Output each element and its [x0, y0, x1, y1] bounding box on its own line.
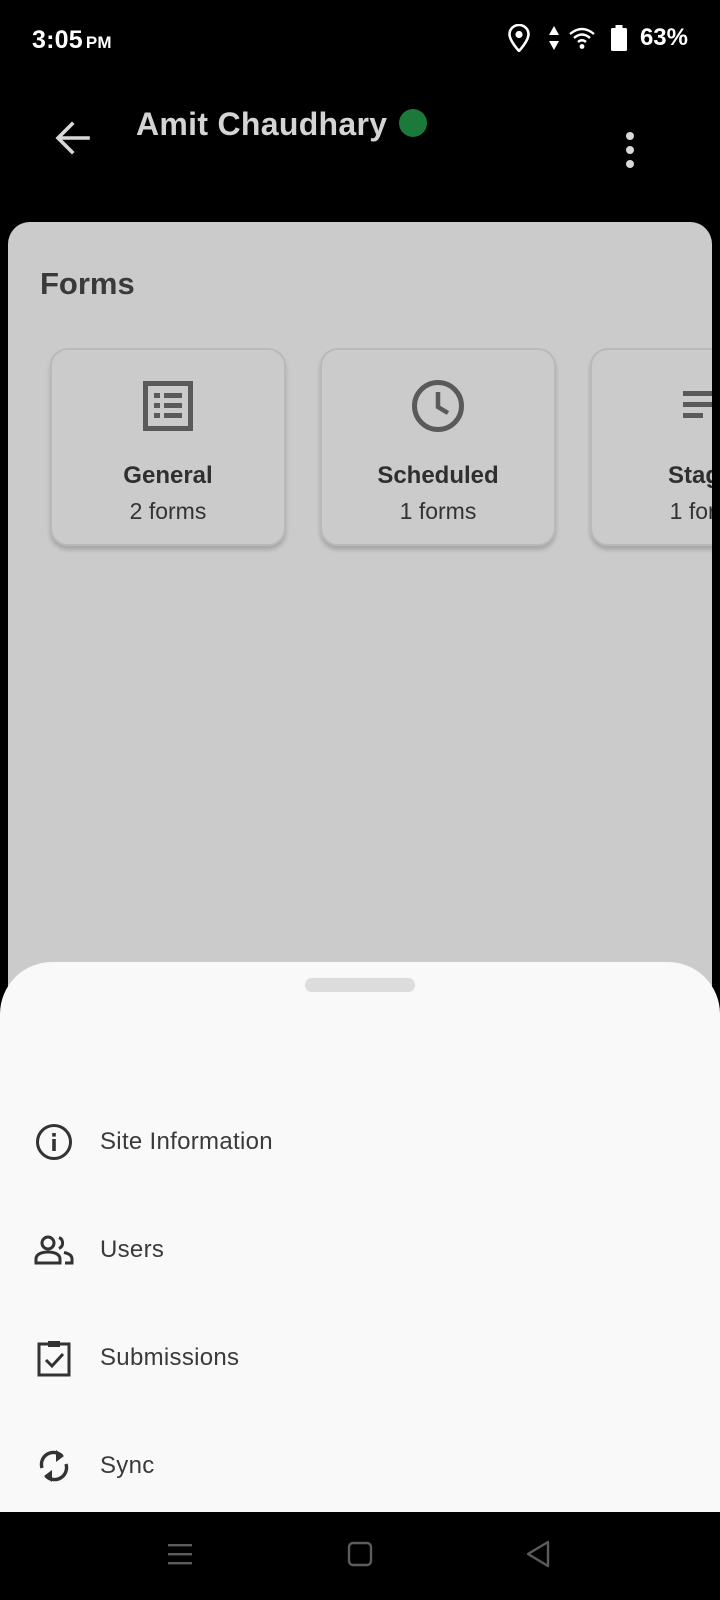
- menu-label: Site Information: [100, 1128, 273, 1155]
- clock-icon: [408, 376, 468, 436]
- title-wrap: Amit Chaudhary: [136, 106, 428, 143]
- wifi-icon: [568, 26, 596, 50]
- card-title: Staged: [667, 462, 712, 489]
- sort-icon: [678, 376, 712, 436]
- card-count: 2 forms: [129, 498, 207, 524]
- card-title: General: [123, 462, 213, 489]
- more-dot-icon: [626, 132, 634, 140]
- sheet-drag-handle[interactable]: [305, 978, 415, 992]
- battery-icon: [610, 24, 628, 52]
- app-bar: Amit Chaudhary: [0, 80, 720, 220]
- card-count: 1 forms: [669, 498, 712, 524]
- more-options-button[interactable]: [610, 120, 650, 180]
- clipboard-check-icon: [34, 1338, 74, 1378]
- time-text: 3:05: [32, 26, 83, 54]
- status-time: 3:05 PM: [32, 26, 112, 55]
- status-bar: 3:05 PM 63%: [0, 0, 720, 80]
- form-card-general[interactable]: General 2 forms: [50, 348, 286, 546]
- more-dot-icon: [626, 146, 634, 154]
- menu-item-site-information[interactable]: Site Information: [0, 1094, 720, 1190]
- card-count: 1 forms: [399, 498, 477, 524]
- menu-item-submissions[interactable]: Submissions: [0, 1310, 720, 1406]
- home-square-icon: [346, 1540, 374, 1573]
- data-arrows-icon: [548, 25, 560, 51]
- bottom-sheet: Site Information Users Submissions Sync: [0, 962, 720, 1512]
- page-title: Amit Chaudhary: [136, 106, 388, 142]
- online-status-dot: [399, 108, 428, 137]
- battery-percent: 63%: [639, 24, 688, 51]
- section-title: Forms: [40, 266, 135, 301]
- menu-item-sync[interactable]: Sync: [0, 1418, 720, 1514]
- time-ampm: PM: [85, 33, 112, 52]
- menu-item-users[interactable]: Users: [0, 1202, 720, 1298]
- sync-icon: [34, 1446, 74, 1486]
- back-button[interactable]: [44, 112, 100, 168]
- more-dot-icon: [626, 160, 634, 168]
- nav-home-button[interactable]: [338, 1534, 382, 1578]
- location-icon: [508, 24, 530, 52]
- nav-menu-button[interactable]: [158, 1534, 202, 1578]
- system-nav-bar: [0, 1512, 720, 1600]
- menu-label: Submissions: [100, 1344, 240, 1371]
- menu-label: Sync: [100, 1452, 155, 1479]
- nav-back-button[interactable]: [516, 1534, 560, 1578]
- menu-icon: [166, 1541, 194, 1572]
- arrow-back-icon: [54, 120, 90, 161]
- list-icon: [138, 376, 198, 436]
- users-icon: [34, 1230, 74, 1270]
- back-triangle-icon: [523, 1539, 553, 1574]
- info-icon: [34, 1122, 74, 1162]
- status-icons: 63%: [508, 24, 688, 52]
- form-card-scheduled[interactable]: Scheduled 1 forms: [320, 348, 556, 546]
- form-card-staged[interactable]: Staged 1 forms: [590, 348, 712, 546]
- form-cards: General 2 forms Scheduled 1 forms Staged…: [50, 348, 712, 546]
- menu-label: Users: [100, 1236, 165, 1263]
- card-title: Scheduled: [377, 462, 499, 489]
